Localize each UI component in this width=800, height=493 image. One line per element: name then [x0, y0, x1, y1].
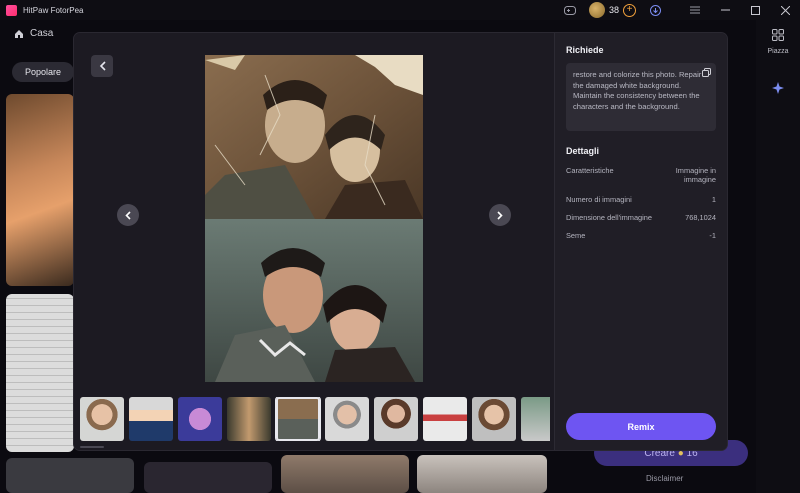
home-label: Casa — [30, 28, 54, 39]
detail-label: Numero di immagini — [566, 195, 632, 204]
back-button[interactable] — [91, 55, 113, 77]
grid-icon[interactable] — [772, 29, 784, 41]
detail-label: Seme — [566, 231, 586, 240]
prompt-heading: Richiede — [566, 45, 604, 55]
thumbnail-strip — [80, 397, 550, 441]
prompt-text: restore and colorize this photo. Repair … — [573, 70, 702, 111]
chevron-left-icon — [99, 61, 106, 71]
detail-row-features: Caratteristiche Immagine in immagine — [566, 166, 716, 184]
copy-icon[interactable] — [702, 68, 711, 77]
gallery-card[interactable] — [6, 294, 74, 452]
menu-icon[interactable] — [680, 6, 710, 14]
detail-row-image-size: Dimensione dell'immagine 768,1024 — [566, 213, 716, 222]
gallery-card[interactable] — [417, 455, 547, 493]
rail-label-piazza[interactable]: Piazza — [756, 48, 800, 55]
chevron-right-icon — [497, 210, 503, 220]
detail-value: -1 — [709, 231, 716, 240]
thumbnail[interactable] — [178, 397, 222, 441]
thumbnail[interactable] — [227, 397, 271, 441]
download-icon[interactable] — [644, 4, 666, 16]
thumbnail[interactable] — [521, 397, 550, 441]
next-image-button[interactable] — [489, 204, 511, 226]
thumbnail[interactable] — [374, 397, 418, 441]
sparkle-icon[interactable] — [772, 82, 784, 94]
image-detail-modal: Richiede restore and colorize this photo… — [74, 33, 727, 450]
maximize-icon[interactable] — [740, 5, 770, 15]
gallery-card[interactable] — [144, 462, 272, 493]
detail-value: 1 — [711, 195, 716, 204]
chevron-left-icon — [125, 210, 131, 220]
detail-value: Immagine in immagine — [675, 166, 716, 184]
main-preview-image — [205, 55, 423, 382]
detail-row-seed: Seme -1 — [566, 231, 716, 240]
thumbnail[interactable] — [325, 397, 369, 441]
gallery-card[interactable] — [6, 458, 134, 493]
prompt-box: restore and colorize this photo. Repair … — [566, 63, 716, 131]
thumbnail[interactable] — [472, 397, 516, 441]
disclaimer-link[interactable]: Disclaimer — [646, 474, 683, 483]
image-viewer — [74, 33, 553, 450]
detail-label: Dimensione dell'immagine — [566, 213, 653, 222]
thumbnail-scrollbar[interactable] — [80, 446, 104, 448]
detail-value: 768,1024 — [685, 213, 716, 222]
remix-button[interactable]: Remix — [566, 413, 716, 440]
thumbnail[interactable] — [80, 397, 124, 441]
tab-popular[interactable]: Popolare — [12, 62, 74, 82]
home-nav[interactable]: Casa — [14, 28, 53, 39]
previous-image-button[interactable] — [117, 204, 139, 226]
details-panel: Richiede restore and colorize this photo… — [554, 33, 727, 450]
add-credits-icon[interactable]: + — [623, 3, 636, 17]
details-heading: Dettagli — [566, 146, 600, 156]
detail-row-image-count: Numero di immagini 1 — [566, 195, 716, 204]
right-rail: Piazza — [756, 20, 800, 493]
game-controller-icon[interactable] — [561, 5, 579, 15]
thumbnail-selected[interactable] — [275, 397, 321, 441]
app-logo-icon — [6, 4, 17, 16]
gallery-card[interactable] — [281, 455, 409, 493]
close-icon[interactable] — [770, 5, 800, 15]
home-icon — [15, 29, 23, 38]
thumbnail[interactable] — [129, 397, 173, 441]
thumbnail[interactable] — [423, 397, 467, 441]
avatar[interactable] — [588, 2, 605, 18]
detail-label: Caratteristiche — [566, 166, 614, 175]
credit-count: 38 — [608, 5, 619, 15]
minimize-icon[interactable] — [710, 9, 740, 11]
app-title: HitPaw FotorPea — [23, 5, 84, 15]
gallery-card[interactable] — [6, 94, 74, 286]
title-bar: HitPaw FotorPea 38 + — [0, 0, 800, 20]
